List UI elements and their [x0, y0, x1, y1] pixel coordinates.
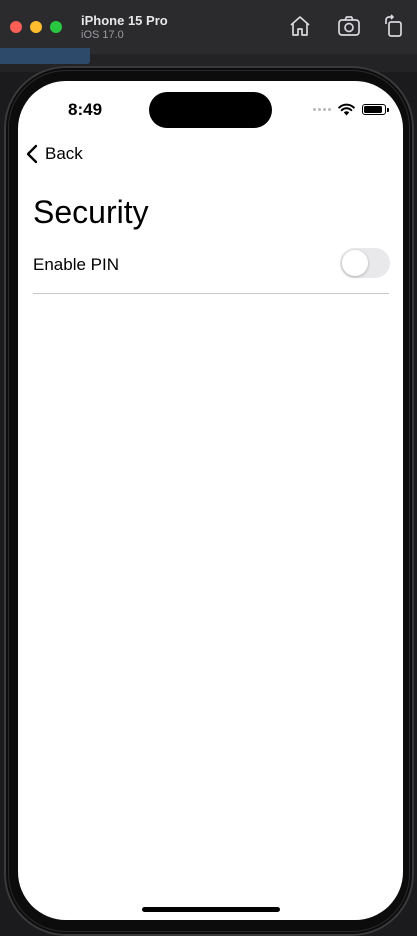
cellular-dots-icon — [313, 107, 331, 111]
page-title: Security — [33, 194, 149, 230]
dynamic-island — [149, 92, 272, 128]
screenshot-icon[interactable] — [337, 14, 361, 38]
status-time: 8:49 — [68, 100, 103, 119]
home-icon[interactable] — [288, 14, 312, 38]
enable-pin-toggle[interactable] — [340, 248, 390, 278]
device-os-version: iOS 17.0 — [81, 29, 124, 41]
back-button[interactable]: Back — [25, 144, 83, 164]
zoom-window-button[interactable] — [50, 21, 62, 33]
wifi-icon — [338, 103, 355, 116]
device-name: iPhone 15 Pro — [81, 13, 168, 28]
minimize-window-button[interactable] — [30, 21, 42, 33]
rotate-icon[interactable] — [382, 14, 406, 38]
home-indicator[interactable] — [142, 907, 280, 912]
device-screen: 8:49 Back Security Enable PIN — [18, 81, 403, 920]
background-window-tab — [0, 48, 90, 64]
setting-row-enable-pin: Enable PIN — [33, 245, 390, 293]
toggle-knob — [342, 250, 368, 276]
setting-label: Enable PIN — [33, 255, 119, 274]
row-divider — [33, 293, 389, 294]
back-label: Back — [45, 144, 83, 163]
status-icons — [313, 102, 389, 116]
chevron-left-icon — [26, 144, 38, 164]
close-window-button[interactable] — [10, 21, 22, 33]
simulator-titlebar: iPhone 15 Pro iOS 17.0 — [0, 0, 417, 55]
battery-icon — [362, 103, 389, 115]
